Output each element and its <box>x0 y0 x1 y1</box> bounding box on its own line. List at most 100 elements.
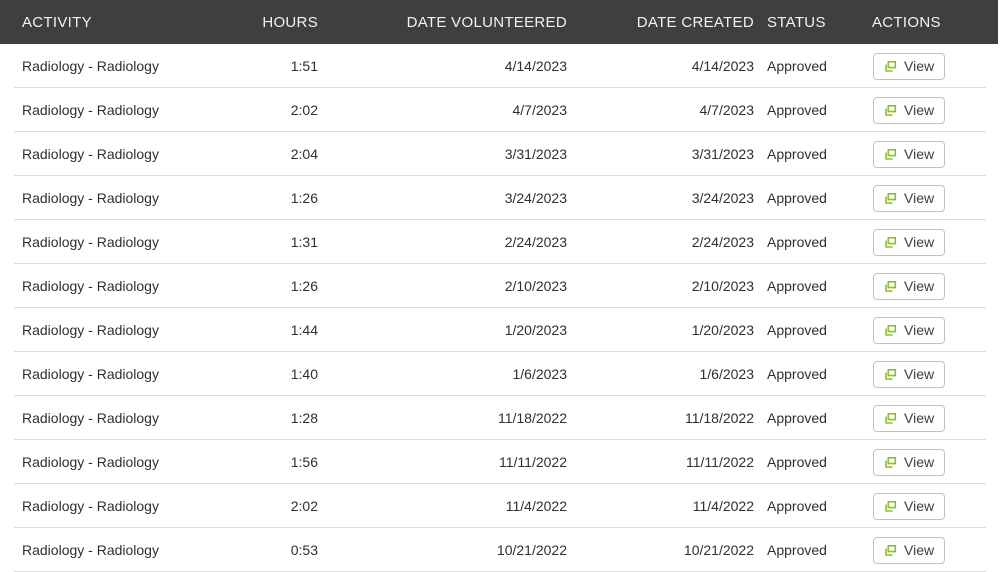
column-header-date-volunteered: DATE VOLUNTEERED <box>406 13 567 31</box>
actions-cell: View <box>868 536 998 564</box>
actions-cell: View <box>868 184 998 212</box>
date-created-cell: 3/31/2023 <box>691 146 754 162</box>
view-button-label: View <box>904 410 935 426</box>
date-created-cell: 10/21/2022 <box>683 542 754 558</box>
table-row: Radiology - Radiology 2:04 3/31/2023 3/3… <box>0 132 998 176</box>
view-button[interactable]: View <box>873 448 946 476</box>
open-window-icon <box>884 280 897 293</box>
date-created-cell: 4/7/2023 <box>699 102 755 118</box>
activity-cell: Radiology - Radiology <box>22 366 159 382</box>
open-window-icon <box>884 368 897 381</box>
table-row: Radiology - Radiology 1:56 11/11/2022 11… <box>0 440 998 484</box>
table-row: Radiology - Radiology 2:02 11/4/2022 11/… <box>0 484 998 528</box>
date-created-cell: 11/11/2022 <box>686 454 754 470</box>
column-header-actions: ACTIONS <box>872 13 941 31</box>
view-button[interactable]: View <box>873 272 946 300</box>
hours-cell: 1:51 <box>290 58 318 74</box>
status-cell: Approved <box>767 102 827 118</box>
activity-cell: Radiology - Radiology <box>22 234 159 250</box>
date-created-cell: 4/14/2023 <box>691 58 754 74</box>
hours-cell: 1:44 <box>290 322 318 338</box>
view-button[interactable]: View <box>873 140 946 168</box>
actions-cell: View <box>868 492 998 520</box>
date-volunteered-cell: 11/11/2022 <box>499 454 567 470</box>
table-row: Radiology - Radiology 1:31 2/24/2023 2/2… <box>0 220 998 264</box>
activity-cell: Radiology - Radiology <box>22 498 159 514</box>
volunteer-hours-table: ACTIVITY HOURS DATE VOLUNTEERED DATE CRE… <box>0 0 998 572</box>
view-button[interactable]: View <box>873 52 946 80</box>
status-cell: Approved <box>767 190 827 206</box>
actions-cell: View <box>868 316 998 344</box>
activity-cell: Radiology - Radiology <box>22 102 159 118</box>
open-window-icon <box>884 192 897 205</box>
activity-cell: Radiology - Radiology <box>22 322 159 338</box>
table-row: Radiology - Radiology 0:53 10/21/2022 10… <box>0 528 998 572</box>
status-cell: Approved <box>767 322 827 338</box>
open-window-icon <box>884 148 897 161</box>
status-cell: Approved <box>767 498 827 514</box>
table-row: Radiology - Radiology 2:02 4/7/2023 4/7/… <box>0 88 998 132</box>
date-volunteered-cell: 1/20/2023 <box>504 322 567 338</box>
view-button[interactable]: View <box>873 316 946 344</box>
view-button[interactable]: View <box>873 360 946 388</box>
hours-cell: 1:26 <box>290 190 318 206</box>
activity-cell: Radiology - Radiology <box>22 410 159 426</box>
date-volunteered-cell: 11/4/2022 <box>505 498 567 514</box>
column-header-date-created: DATE CREATED <box>636 13 754 31</box>
view-button-label: View <box>904 322 935 338</box>
date-created-cell: 1/20/2023 <box>691 322 754 338</box>
actions-cell: View <box>868 272 998 300</box>
activity-cell: Radiology - Radiology <box>22 278 159 294</box>
view-button-label: View <box>904 542 935 558</box>
activity-cell: Radiology - Radiology <box>22 146 159 162</box>
status-cell: Approved <box>767 234 827 250</box>
status-cell: Approved <box>767 278 827 294</box>
hours-cell: 1:26 <box>290 278 318 294</box>
view-button[interactable]: View <box>873 228 946 256</box>
actions-cell: View <box>868 448 998 476</box>
hours-cell: 2:02 <box>290 102 318 118</box>
open-window-icon <box>884 236 897 249</box>
view-button[interactable]: View <box>873 184 946 212</box>
view-button[interactable]: View <box>873 492 946 520</box>
open-window-icon <box>884 60 897 73</box>
view-button[interactable]: View <box>873 404 946 432</box>
table-row: Radiology - Radiology 1:28 11/18/2022 11… <box>0 396 998 440</box>
table-row: Radiology - Radiology 1:44 1/20/2023 1/2… <box>0 308 998 352</box>
view-button-label: View <box>904 58 935 74</box>
view-button-label: View <box>904 190 935 206</box>
date-created-cell: 2/10/2023 <box>691 278 754 294</box>
date-volunteered-cell: 1/6/2023 <box>512 366 568 382</box>
actions-cell: View <box>868 140 998 168</box>
activity-cell: Radiology - Radiology <box>22 542 159 558</box>
view-button[interactable]: View <box>873 96 946 124</box>
view-button-label: View <box>904 366 935 382</box>
hours-cell: 1:40 <box>290 366 318 382</box>
open-window-icon <box>884 412 897 425</box>
view-button-label: View <box>904 278 935 294</box>
view-button[interactable]: View <box>873 536 946 564</box>
table-row: Radiology - Radiology 1:40 1/6/2023 1/6/… <box>0 352 998 396</box>
date-created-cell: 2/24/2023 <box>691 234 754 250</box>
hours-cell: 2:02 <box>290 498 318 514</box>
date-volunteered-cell: 4/14/2023 <box>504 58 567 74</box>
status-cell: Approved <box>767 58 827 74</box>
status-cell: Approved <box>767 454 827 470</box>
date-created-cell: 11/4/2022 <box>692 498 754 514</box>
date-created-cell: 1/6/2023 <box>699 366 755 382</box>
column-header-activity: ACTIVITY <box>22 13 92 31</box>
view-button-label: View <box>904 146 935 162</box>
activity-cell: Radiology - Radiology <box>22 190 159 206</box>
view-button-label: View <box>904 498 935 514</box>
date-volunteered-cell: 2/24/2023 <box>504 234 567 250</box>
status-cell: Approved <box>767 366 827 382</box>
status-cell: Approved <box>767 146 827 162</box>
actions-cell: View <box>868 52 998 80</box>
table-row: Radiology - Radiology 1:26 3/24/2023 3/2… <box>0 176 998 220</box>
hours-cell: 1:31 <box>290 234 318 250</box>
actions-cell: View <box>868 228 998 256</box>
open-window-icon <box>884 456 897 469</box>
column-header-status: STATUS <box>767 13 826 31</box>
view-button-label: View <box>904 234 935 250</box>
actions-cell: View <box>868 360 998 388</box>
